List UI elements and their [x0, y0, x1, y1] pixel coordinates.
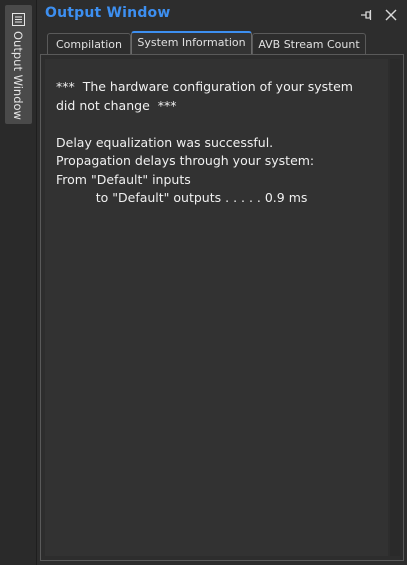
output-text: *** The hardware configuration of your s…: [56, 78, 353, 208]
output-window-dock-tab[interactable]: Output Window: [5, 5, 32, 124]
output-text-area[interactable]: *** The hardware configuration of your s…: [45, 59, 388, 556]
vertical-scrollbar[interactable]: [390, 59, 400, 556]
list-window-icon: [12, 13, 25, 26]
app-root: Output Window Output Window Compilation …: [0, 0, 407, 565]
dock-strip: Output Window: [0, 0, 37, 565]
window-title: Output Window: [45, 5, 171, 21]
close-icon[interactable]: [383, 7, 399, 23]
output-line: *** The hardware configuration of your s…: [56, 79, 353, 94]
output-line: did not change ***: [56, 97, 177, 113]
title-bar: Output Window: [37, 0, 407, 30]
output-line: to "Default" outputs . . . . . 0.9 ms: [56, 190, 308, 205]
tab-system-information[interactable]: System Information: [131, 31, 252, 55]
tab-content: *** The hardware configuration of your s…: [40, 54, 404, 561]
tab-avb-stream-count[interactable]: AVB Stream Count: [252, 33, 366, 55]
output-line: From "Default" inputs: [56, 171, 191, 187]
output-line: Delay equalization was successful.: [56, 134, 274, 150]
dock-tab-label: Output Window: [11, 31, 25, 120]
pin-icon[interactable]: [358, 7, 374, 23]
tab-compilation[interactable]: Compilation: [47, 33, 131, 55]
output-line: Propagation delays through your system:: [56, 153, 315, 168]
output-window-panel: Output Window Compilation System Informa…: [37, 0, 407, 565]
